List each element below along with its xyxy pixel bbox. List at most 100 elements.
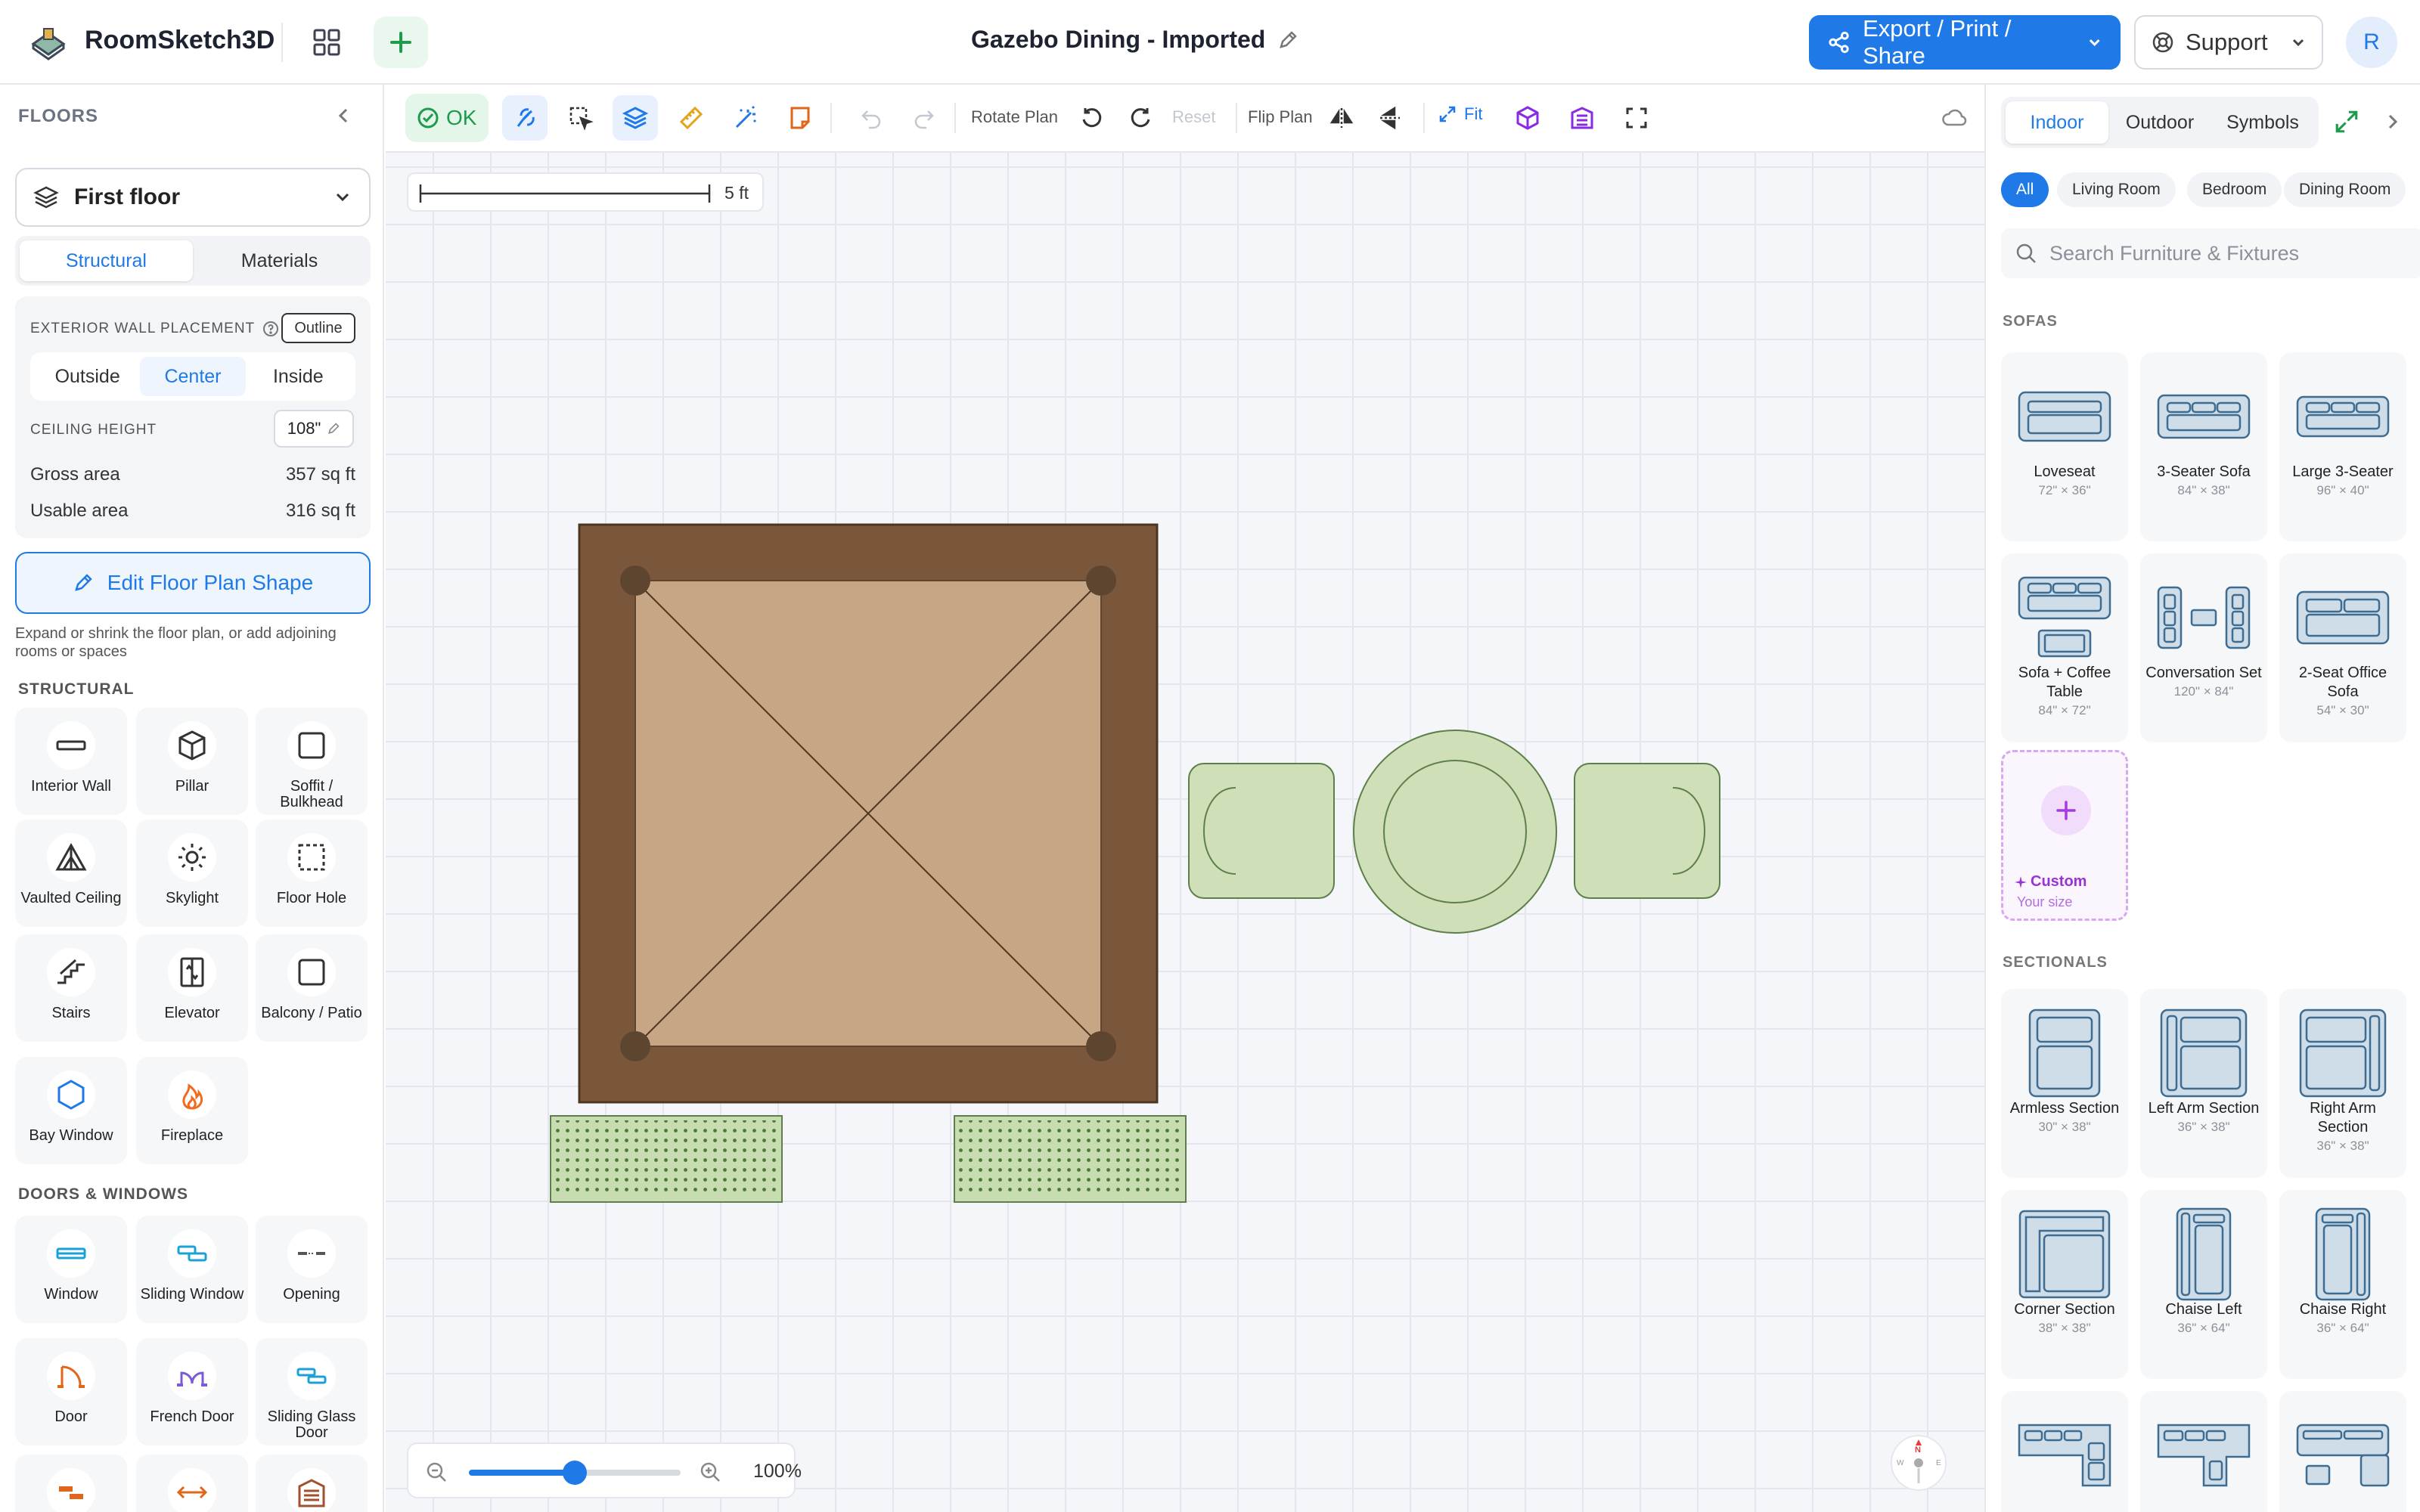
pan-tool-button[interactable] — [502, 95, 548, 141]
catalog-item-dimensions: 120" × 84" — [2173, 684, 2234, 699]
catalog-item-large-3-seater[interactable]: Large 3-Seater 96" × 40" — [2279, 352, 2406, 541]
catalog-item-2-seat-office-sofa[interactable]: 2-Seat Office Sofa 54" × 30" — [2279, 553, 2406, 742]
filter-chip-dining-room[interactable]: Dining Room — [2284, 172, 2406, 207]
sparkle-icon — [2015, 875, 2027, 888]
gazebo[interactable] — [578, 523, 1159, 1104]
floor-selector[interactable]: First floor — [15, 168, 371, 227]
user-avatar[interactable]: R — [2346, 17, 2397, 68]
tool-opening[interactable]: Opening — [256, 1216, 368, 1323]
search-input[interactable] — [2049, 241, 2382, 265]
filter-chip-living-room[interactable]: Living Room — [2057, 172, 2176, 207]
dining-chair-right[interactable] — [1574, 763, 1720, 899]
catalog-item-left-arm-section[interactable]: Left Arm Section 36" × 38" — [2140, 989, 2267, 1178]
measure-tool-button[interactable] — [669, 95, 714, 141]
compass[interactable]: N W E — [1891, 1435, 1947, 1491]
dashboard-grid-button[interactable] — [306, 24, 348, 60]
elevation-view-button[interactable] — [1559, 95, 1605, 141]
catalog-item-sofa-coffee-table[interactable]: Sofa + Coffee Table 84" × 72" — [2001, 553, 2128, 742]
catalog-item-chaise-right[interactable]: Chaise Right 36" × 64" — [2279, 1190, 2406, 1379]
zoom-in-icon[interactable] — [699, 1461, 721, 1483]
catalog-item-3-seater-sofa[interactable]: 3-Seater Sofa 84" × 38" — [2140, 352, 2267, 541]
flip-vertical-button[interactable] — [1367, 95, 1413, 141]
layers-button[interactable] — [613, 95, 658, 141]
support-button[interactable]: Support — [2134, 15, 2323, 70]
catalog-item-loveseat[interactable]: Loveseat 72" × 36" — [2001, 352, 2128, 541]
redo-button[interactable] — [901, 95, 947, 141]
filter-chip-bedroom[interactable]: Bedroom — [2187, 172, 2282, 207]
app-logo-icon[interactable] — [27, 21, 70, 64]
tool-floor-hole[interactable]: Floor Hole — [256, 820, 368, 927]
zoom-out-icon[interactable] — [425, 1461, 448, 1483]
3d-view-button[interactable] — [1505, 95, 1550, 141]
tool-bay-window[interactable]: Bay Window — [15, 1057, 127, 1164]
custom-size-item[interactable]: Custom Your size — [2001, 750, 2128, 921]
tool-door[interactable]: Door — [15, 1338, 127, 1445]
catalog-item-sectional-ottoman[interactable] — [2279, 1391, 2406, 1512]
catalog-item-corner-section[interactable]: Corner Section 38" × 38" — [2001, 1190, 2128, 1379]
tool-more-2[interactable] — [136, 1455, 248, 1512]
zoom-slider[interactable] — [469, 1461, 681, 1485]
catalog-item-sectional-l[interactable] — [2140, 1391, 2267, 1512]
outline-toggle[interactable]: Outline — [281, 313, 355, 343]
rotate-left-button[interactable] — [1069, 95, 1115, 141]
tab-symbols[interactable]: Symbols — [2211, 101, 2314, 144]
tool-pillar[interactable]: Pillar — [136, 708, 248, 815]
floor-plan-canvas[interactable]: 5 ft 100% N W E — [386, 153, 1984, 1512]
dining-chair-left[interactable] — [1188, 763, 1335, 899]
document-title[interactable]: Gazebo Dining - Imported — [971, 26, 1298, 54]
ceiling-height-field[interactable]: 108" — [274, 410, 354, 448]
edit-floor-plan-shape-button[interactable]: Edit Floor Plan Shape — [15, 552, 371, 614]
ok-button[interactable]: OK — [405, 94, 489, 142]
tool-vaulted-ceiling[interactable]: Vaulted Ceiling — [15, 820, 127, 927]
pencil-icon[interactable] — [1277, 29, 1298, 51]
filter-chip-all[interactable]: All — [2001, 172, 2049, 207]
catalog-item-armless-section[interactable]: Armless Section 30" × 38" — [2001, 989, 2128, 1178]
tab-indoor[interactable]: Indoor — [2006, 101, 2108, 144]
catalog-item-conversation-set[interactable]: Conversation Set 120" × 84" — [2140, 553, 2267, 742]
tool-fireplace[interactable]: Fireplace — [136, 1057, 248, 1164]
tool-stairs[interactable]: Stairs — [15, 934, 127, 1042]
tab-materials[interactable]: Materials — [193, 240, 366, 281]
help-icon[interactable] — [262, 321, 279, 337]
expand-panel-button[interactable] — [2334, 109, 2360, 135]
wall-option-outside[interactable]: Outside — [35, 357, 140, 396]
rotate-right-button[interactable] — [1118, 95, 1163, 141]
wall-option-center[interactable]: Center — [140, 357, 246, 396]
fit-button[interactable]: Fit — [1438, 104, 1482, 124]
tab-structural[interactable]: Structural — [20, 240, 193, 281]
planter-right[interactable] — [954, 1115, 1187, 1203]
add-new-button[interactable] — [374, 17, 428, 68]
zoom-slider-handle[interactable] — [563, 1461, 587, 1485]
tool-soffit-bulkhead[interactable]: Soffit / Bulkhead — [256, 708, 368, 815]
tool-more-3[interactable] — [256, 1455, 368, 1512]
tool-french-door[interactable]: French Door — [136, 1338, 248, 1445]
notes-button[interactable] — [777, 95, 823, 141]
tool-interior-wall[interactable]: Interior Wall — [15, 708, 127, 815]
catalog-item-chaise-left[interactable]: Chaise Left 36" × 64" — [2140, 1190, 2267, 1379]
tab-outdoor[interactable]: Outdoor — [2108, 101, 2211, 144]
magic-tool-button[interactable] — [723, 95, 768, 141]
fullscreen-button[interactable] — [1614, 95, 1659, 141]
planter-left[interactable] — [550, 1115, 783, 1203]
tool-sliding-glass-door[interactable]: Sliding Glass Door — [256, 1338, 368, 1445]
tool-more-1[interactable] — [15, 1455, 127, 1512]
select-tool-button[interactable] — [558, 95, 603, 141]
catalog-item-sectional-u[interactable] — [2001, 1391, 2128, 1512]
tool-elevator[interactable]: Elevator — [136, 934, 248, 1042]
tool-label: Opening — [283, 1286, 340, 1303]
catalog-item-right-arm-section[interactable]: Right Arm Section 36" × 38" — [2279, 989, 2406, 1178]
tool-skylight[interactable]: Skylight — [136, 820, 248, 927]
tool-window[interactable]: Window — [15, 1216, 127, 1323]
export-print-share-button[interactable]: Export / Print / Share — [1809, 15, 2121, 70]
collapse-panel-button[interactable] — [333, 104, 355, 127]
cloud-sync-button[interactable] — [1931, 95, 1977, 141]
add-custom-button[interactable] — [2041, 785, 2091, 835]
wall-option-inside[interactable]: Inside — [246, 357, 351, 396]
tool-balcony-patio[interactable]: Balcony / Patio — [256, 934, 368, 1042]
tool-sliding-window[interactable]: Sliding Window — [136, 1216, 248, 1323]
reset-rotation-button[interactable]: Reset — [1172, 107, 1215, 127]
undo-button[interactable] — [849, 95, 894, 141]
round-dining-table[interactable] — [1353, 730, 1557, 934]
next-panel-button[interactable] — [2381, 110, 2403, 133]
flip-horizontal-button[interactable] — [1319, 95, 1364, 141]
